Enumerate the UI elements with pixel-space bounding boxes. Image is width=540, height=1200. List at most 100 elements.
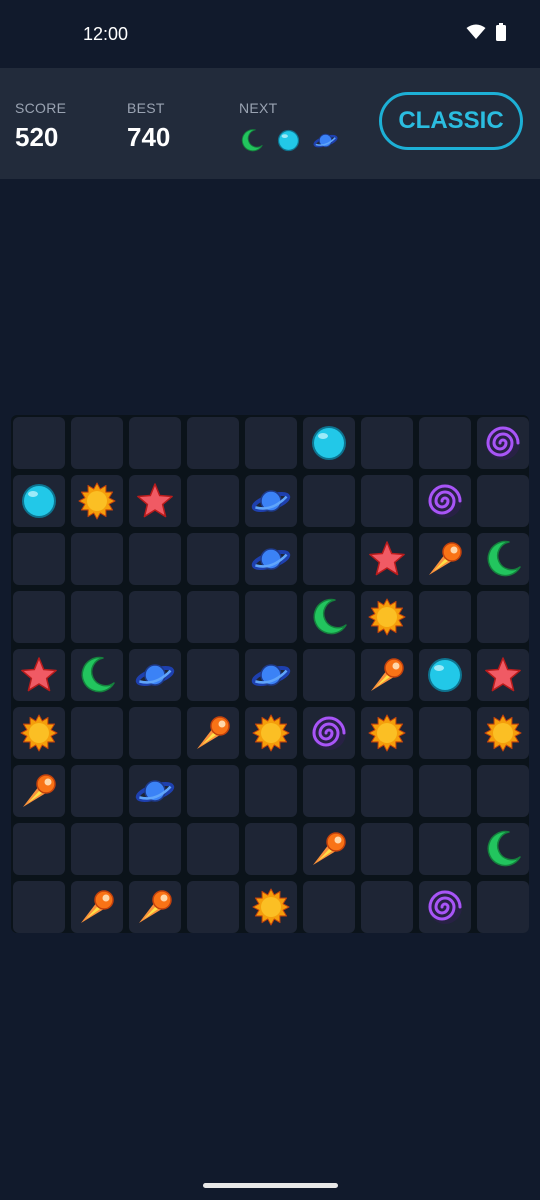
board-cell[interactable]: [361, 823, 413, 875]
board-cell[interactable]: [129, 475, 181, 527]
board-cell[interactable]: [187, 881, 239, 933]
board-cell[interactable]: [13, 881, 65, 933]
board-cell[interactable]: [187, 823, 239, 875]
board-cell[interactable]: [71, 881, 123, 933]
board-cell[interactable]: [419, 765, 471, 817]
board-cell[interactable]: [361, 591, 413, 643]
best-value: 740: [127, 122, 171, 152]
board-cell[interactable]: [419, 823, 471, 875]
board-cell[interactable]: [303, 417, 355, 469]
score-label: SCORE: [15, 100, 67, 116]
board-cell[interactable]: [245, 533, 297, 585]
board-cell[interactable]: [477, 417, 529, 469]
board-cell[interactable]: [419, 475, 471, 527]
moon-icon: [483, 829, 523, 869]
board-cell[interactable]: [187, 591, 239, 643]
board-cell[interactable]: [361, 417, 413, 469]
classic-mode-button[interactable]: CLASSIC: [379, 92, 523, 150]
board-cell[interactable]: [303, 881, 355, 933]
comet-icon: [135, 887, 175, 927]
board-cell[interactable]: [245, 417, 297, 469]
board-cell[interactable]: [13, 533, 65, 585]
board-cell[interactable]: [477, 881, 529, 933]
board-cell[interactable]: [71, 707, 123, 759]
moon-icon: [77, 655, 117, 695]
board-cell[interactable]: [303, 649, 355, 701]
home-indicator[interactable]: [203, 1183, 338, 1188]
board-cell[interactable]: [419, 591, 471, 643]
board-cell[interactable]: [13, 649, 65, 701]
board-cell[interactable]: [361, 881, 413, 933]
board-cell[interactable]: [303, 765, 355, 817]
board-cell[interactable]: [419, 881, 471, 933]
board-cell[interactable]: [303, 533, 355, 585]
board-cell[interactable]: [187, 475, 239, 527]
board-cell[interactable]: [129, 533, 181, 585]
board-cell[interactable]: [303, 707, 355, 759]
board-cell[interactable]: [477, 533, 529, 585]
board-cell[interactable]: [477, 591, 529, 643]
board-cell[interactable]: [129, 417, 181, 469]
next-moon-icon: [239, 128, 264, 158]
board-cell[interactable]: [245, 707, 297, 759]
board-cell[interactable]: [419, 417, 471, 469]
board-cell[interactable]: [13, 707, 65, 759]
board-cell[interactable]: [477, 475, 529, 527]
next-label: NEXT: [239, 100, 278, 116]
board-cell[interactable]: [245, 823, 297, 875]
board-cell[interactable]: [419, 707, 471, 759]
board-cell[interactable]: [245, 765, 297, 817]
board-cell[interactable]: [71, 765, 123, 817]
board-cell[interactable]: [361, 765, 413, 817]
board-cell[interactable]: [129, 707, 181, 759]
board-cell[interactable]: [13, 591, 65, 643]
orb-icon: [309, 423, 349, 463]
board-cell[interactable]: [13, 823, 65, 875]
board-cell[interactable]: [477, 649, 529, 701]
comet-icon: [193, 713, 233, 753]
board-cell[interactable]: [245, 881, 297, 933]
board-cell[interactable]: [71, 417, 123, 469]
board-cell[interactable]: [245, 649, 297, 701]
board-cell[interactable]: [129, 823, 181, 875]
board-cell[interactable]: [303, 591, 355, 643]
board-cell[interactable]: [187, 649, 239, 701]
board-cell[interactable]: [129, 591, 181, 643]
board-cell[interactable]: [361, 649, 413, 701]
board-cell[interactable]: [419, 649, 471, 701]
board-cell[interactable]: [419, 533, 471, 585]
board-cell[interactable]: [129, 765, 181, 817]
board-cell[interactable]: [361, 707, 413, 759]
score-header: SCORE 520 BEST 740 NEXT CLASSIC: [0, 68, 540, 179]
comet-icon: [309, 829, 349, 869]
board-cell[interactable]: [187, 417, 239, 469]
board-cell[interactable]: [13, 765, 65, 817]
board-cell[interactable]: [245, 475, 297, 527]
board-cell[interactable]: [129, 649, 181, 701]
status-time: 12:00: [83, 24, 129, 44]
board-cell[interactable]: [303, 475, 355, 527]
board-cell[interactable]: [477, 707, 529, 759]
board-cell[interactable]: [361, 475, 413, 527]
board-cell[interactable]: [187, 765, 239, 817]
board-cell[interactable]: [187, 707, 239, 759]
board-cell[interactable]: [129, 881, 181, 933]
board-cell[interactable]: [187, 533, 239, 585]
board-cell[interactable]: [71, 591, 123, 643]
board-cell[interactable]: [71, 649, 123, 701]
board-cell[interactable]: [477, 765, 529, 817]
board-cell[interactable]: [303, 823, 355, 875]
board-cell[interactable]: [71, 475, 123, 527]
board-cell[interactable]: [71, 533, 123, 585]
board-cell[interactable]: [13, 475, 65, 527]
board-cell[interactable]: [13, 417, 65, 469]
comet-icon: [19, 771, 59, 811]
sun-icon: [251, 887, 291, 927]
board-cell[interactable]: [477, 823, 529, 875]
star-icon: [19, 655, 59, 695]
star-icon: [367, 539, 407, 579]
board-cell[interactable]: [245, 591, 297, 643]
board-cell[interactable]: [361, 533, 413, 585]
board-cell[interactable]: [71, 823, 123, 875]
game-board: [11, 415, 529, 933]
